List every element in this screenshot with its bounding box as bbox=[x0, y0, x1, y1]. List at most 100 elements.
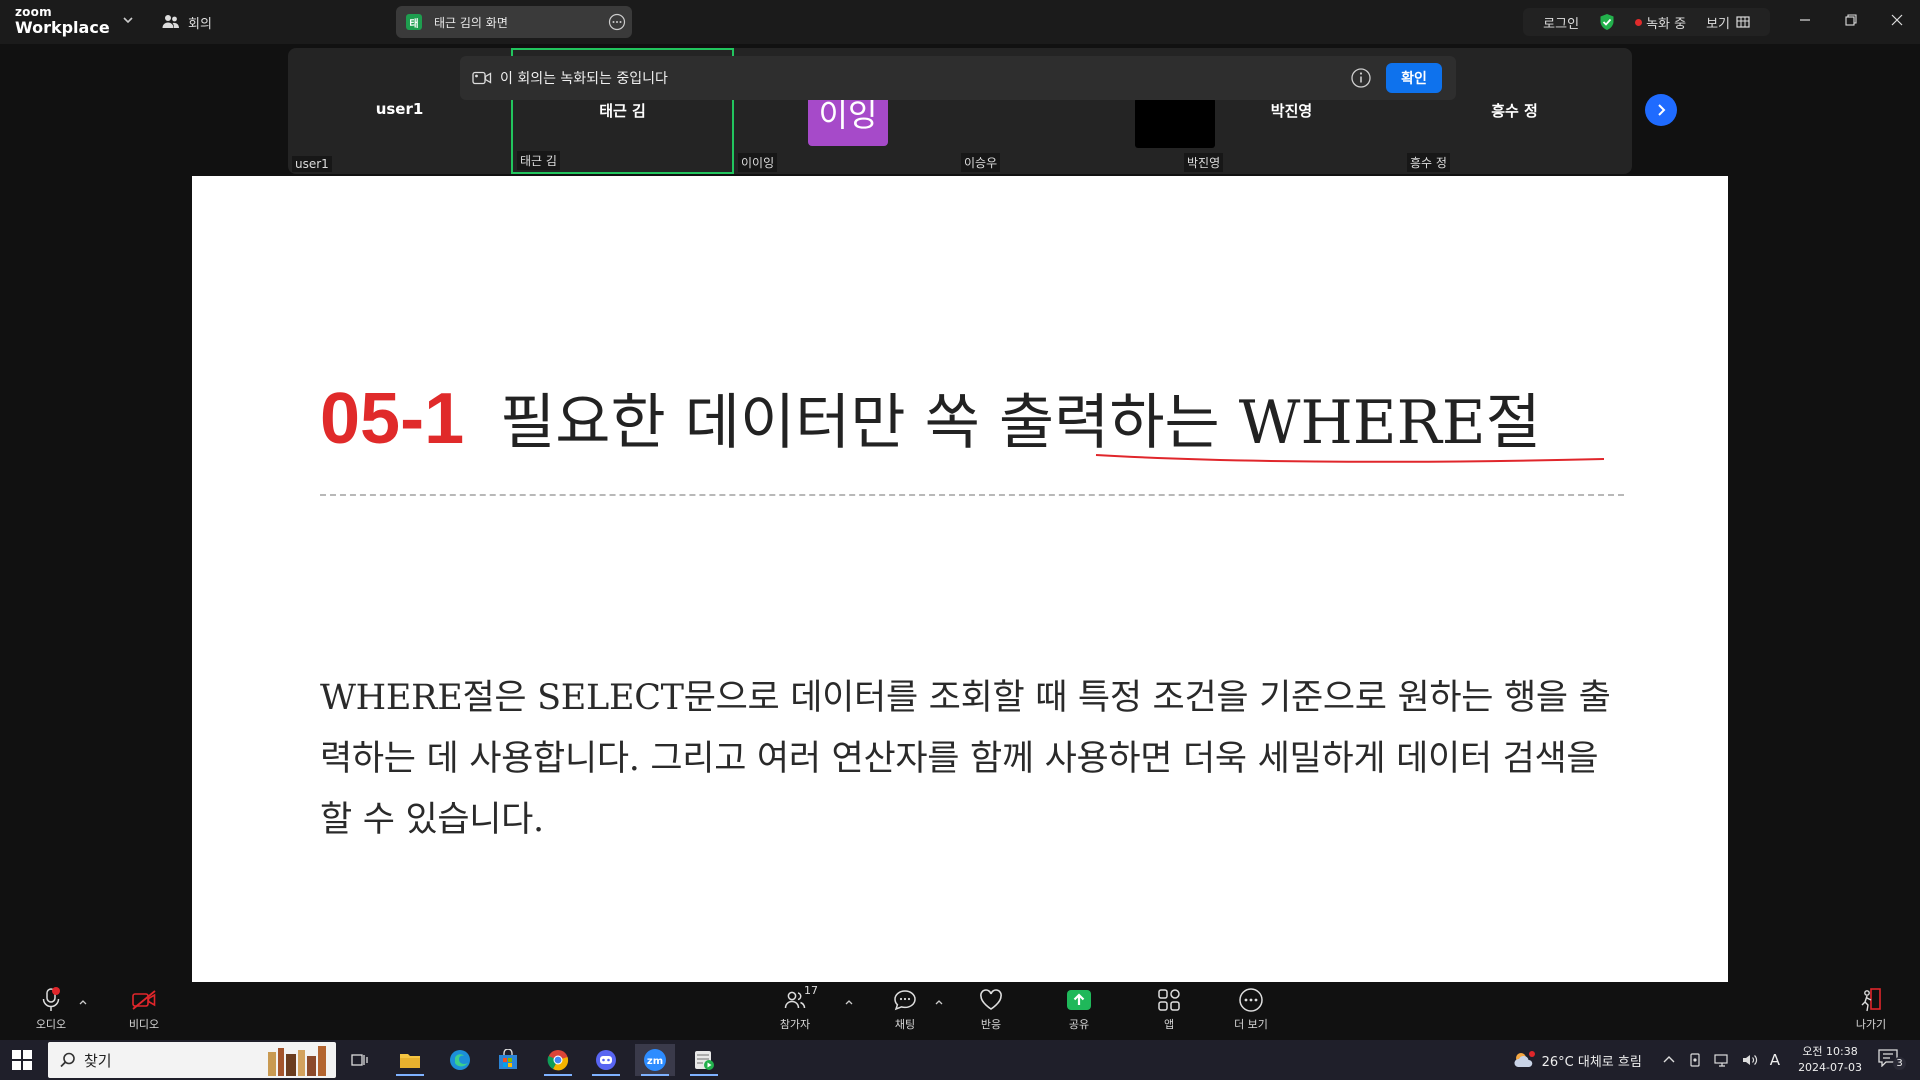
meeting-button[interactable]: 회의 bbox=[162, 12, 212, 32]
svg-text:zm: zm bbox=[647, 1056, 663, 1067]
participant-name: user1 bbox=[375, 100, 424, 118]
network-icon[interactable] bbox=[1714, 1053, 1730, 1067]
device-icon[interactable] bbox=[1688, 1053, 1702, 1067]
reactions-button[interactable]: 반응 bbox=[956, 986, 1026, 1032]
top-right-group: 로그인 녹화 중 보기 bbox=[1523, 8, 1770, 36]
media-player-icon bbox=[695, 1051, 714, 1070]
more-options-icon[interactable] bbox=[608, 13, 626, 31]
more-button[interactable]: 더 보기 bbox=[1216, 986, 1286, 1032]
audio-button[interactable]: 오디오 bbox=[16, 986, 86, 1032]
zoom-app[interactable]: zm bbox=[635, 1044, 675, 1076]
section-number: 05-1 bbox=[320, 379, 465, 459]
sharer-badge: 태 bbox=[406, 14, 422, 30]
close-button[interactable] bbox=[1874, 0, 1920, 40]
recording-notice-banner: 이 회의는 녹화되는 중입니다 확인 bbox=[460, 56, 1456, 100]
chevron-up-icon[interactable] bbox=[1662, 1053, 1676, 1067]
edge-browser-icon bbox=[450, 1050, 470, 1070]
share-button[interactable]: 공유 bbox=[1044, 986, 1114, 1032]
search-placeholder: 찾기 bbox=[84, 1051, 112, 1070]
participant-tag: 이승우 bbox=[961, 153, 1001, 172]
chat-button[interactable]: 채팅 bbox=[870, 986, 940, 1032]
apps-icon bbox=[1158, 989, 1180, 1011]
audio-options-caret-icon[interactable] bbox=[78, 998, 88, 1008]
slide-title: 05-1 필요한 데이터만 쏙 출력하는 WHERE절 bbox=[320, 374, 1541, 461]
reactions-label: 반응 bbox=[980, 1018, 1002, 1031]
taskbar-search[interactable]: 찾기 bbox=[48, 1042, 336, 1078]
recording-label: 녹화 중 bbox=[1646, 16, 1687, 32]
leave-label: 나가기 bbox=[1855, 1018, 1887, 1031]
windows-start-icon[interactable] bbox=[12, 1050, 32, 1070]
minimize-button[interactable] bbox=[1782, 0, 1828, 40]
restore-icon bbox=[1845, 14, 1857, 26]
store-app[interactable] bbox=[488, 1044, 528, 1076]
restore-button[interactable] bbox=[1828, 0, 1874, 40]
confirm-button[interactable]: 확인 bbox=[1386, 63, 1442, 93]
audio-label: 오디오 bbox=[35, 1018, 67, 1031]
clock[interactable]: 오전 10:38 2024-07-03 bbox=[1798, 1044, 1862, 1076]
microsoft-store-icon bbox=[499, 1049, 517, 1069]
participants-options-caret-icon[interactable] bbox=[844, 998, 854, 1008]
microphone-icon bbox=[42, 987, 60, 1011]
chevron-right-icon bbox=[1658, 104, 1666, 116]
brand-top: zoom bbox=[15, 5, 52, 19]
next-page-button[interactable] bbox=[1645, 94, 1677, 126]
screen-share-indicator[interactable]: 태 태근 김의 화면 bbox=[396, 6, 632, 38]
folder-icon bbox=[400, 1054, 420, 1068]
leave-button[interactable]: 나가기 bbox=[1836, 986, 1906, 1032]
task-view-icon bbox=[351, 1054, 368, 1066]
banner-text: 이 회의는 녹화되는 중입니다 bbox=[500, 71, 668, 87]
grid-view-icon bbox=[1736, 16, 1750, 28]
input-method[interactable]: A bbox=[1770, 1051, 1780, 1069]
minimize-icon bbox=[1800, 19, 1810, 21]
chrome-icon bbox=[547, 1050, 569, 1071]
clock-date: 2024-07-03 bbox=[1798, 1061, 1862, 1074]
share-label: 공유 bbox=[1068, 1018, 1090, 1031]
share-label: 태근 김의 화면 bbox=[434, 15, 508, 30]
chat-label: 채팅 bbox=[894, 1018, 916, 1031]
login-button[interactable]: 로그인 bbox=[1533, 13, 1589, 32]
zoom-app-icon: zm bbox=[644, 1049, 666, 1071]
video-label: 비디오 bbox=[128, 1018, 160, 1031]
view-button[interactable]: 보기 bbox=[1696, 13, 1760, 32]
participant-tag: 박진영 bbox=[1184, 153, 1224, 172]
participants-label: 참가자 bbox=[779, 1018, 811, 1031]
chat-options-caret-icon[interactable] bbox=[934, 998, 944, 1008]
discord-app[interactable] bbox=[586, 1044, 626, 1076]
participants-icon bbox=[784, 991, 806, 1009]
file-explorer-app[interactable] bbox=[390, 1044, 430, 1076]
weather-text[interactable]: 26°C 대체로 흐림 bbox=[1542, 1051, 1642, 1070]
shield-check-icon bbox=[1600, 14, 1614, 30]
edge-app[interactable] bbox=[440, 1044, 480, 1076]
divider bbox=[320, 494, 1624, 496]
search-icon bbox=[60, 1052, 75, 1068]
view-label: 보기 bbox=[1706, 16, 1730, 32]
video-off-icon bbox=[132, 990, 156, 1010]
video-button[interactable]: 비디오 bbox=[109, 986, 179, 1032]
slide-body: WHERE절은 SELECT문으로 데이터를 조회할 때 특정 조건을 기준으로… bbox=[320, 678, 1611, 840]
apps-button[interactable]: 앱 bbox=[1134, 986, 1204, 1032]
participants-button[interactable]: 17 참가자 bbox=[760, 984, 830, 1032]
info-icon[interactable] bbox=[1350, 67, 1372, 89]
weather-cloud-icon bbox=[1514, 1051, 1535, 1067]
shared-screen: 05-1 필요한 데이터만 쏙 출력하는 WHERE절 WHERE절은 SELE… bbox=[192, 176, 1728, 982]
chrome-app[interactable] bbox=[538, 1044, 578, 1076]
more-icon bbox=[1239, 988, 1263, 1012]
chevron-down-icon[interactable] bbox=[120, 12, 136, 28]
participant-count: 17 bbox=[804, 984, 818, 997]
volume-icon[interactable] bbox=[1742, 1053, 1758, 1067]
share-screen-icon bbox=[1067, 990, 1091, 1010]
clock-time: 오전 10:38 bbox=[1802, 1045, 1858, 1058]
participant-tag: 태근 김 bbox=[517, 151, 560, 170]
meeting-label: 회의 bbox=[188, 16, 212, 32]
media-app[interactable] bbox=[684, 1044, 724, 1076]
annotation-underline bbox=[1095, 454, 1605, 463]
participant-name: 박진영 bbox=[1270, 102, 1313, 120]
security-status[interactable] bbox=[1589, 13, 1625, 31]
task-view-button[interactable] bbox=[340, 1044, 380, 1076]
chat-icon bbox=[894, 990, 916, 1011]
more-label: 더 보기 bbox=[1234, 1018, 1268, 1031]
notifications-button[interactable]: 3 bbox=[1878, 1049, 1906, 1071]
recording-status[interactable]: 녹화 중 bbox=[1625, 13, 1696, 32]
top-bar: zoom Workplace 회의 태 태근 김의 화면 로그인 녹화 중 보기 bbox=[0, 0, 1920, 44]
people-icon bbox=[162, 15, 179, 28]
